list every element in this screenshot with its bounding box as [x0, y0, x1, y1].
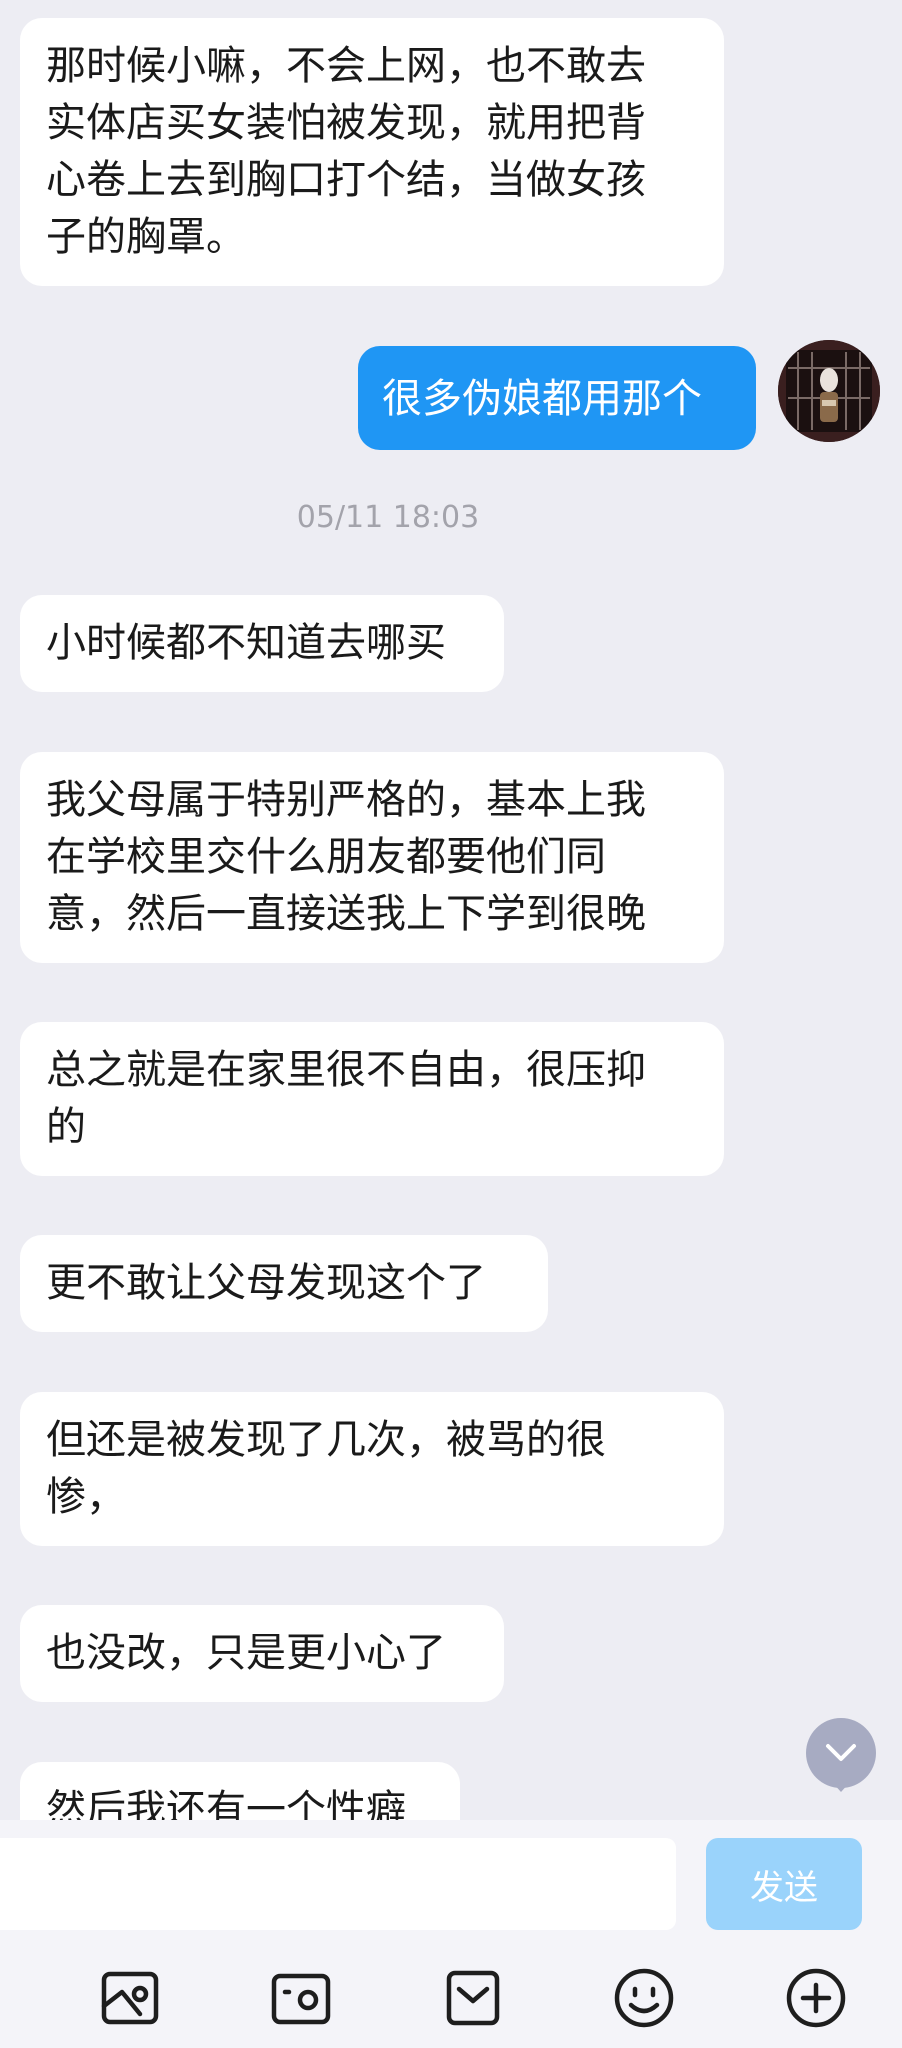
- message-bubble[interactable]: 更不敢让父母发现这个了: [20, 1235, 548, 1332]
- camera-icon: [271, 1973, 331, 2025]
- chevron-down-icon: [826, 1744, 856, 1761]
- folder-button[interactable]: [441, 1966, 505, 2030]
- message-bubble[interactable]: 我父母属于特别严格的，基本上我 在学校里交什么朋友都要他们同 意，然后一直接送我…: [20, 752, 724, 963]
- image-icon: [101, 1971, 159, 2025]
- emoji-icon: [614, 1968, 674, 2028]
- message-bubble[interactable]: 然后我还有一个性癖: [20, 1762, 460, 1820]
- message-bubble[interactable]: 但还是被发现了几次，被骂的很 惨，: [20, 1392, 724, 1546]
- emoji-button[interactable]: [612, 1966, 676, 2030]
- plus-icon: [786, 1968, 846, 2028]
- scroll-to-bottom-button[interactable]: [806, 1718, 876, 1788]
- send-button[interactable]: 发送: [706, 1838, 862, 1930]
- scroll-button-tail: [832, 1782, 850, 1792]
- message-bubble[interactable]: 也没改，只是更小心了: [20, 1605, 504, 1702]
- folder-icon: [446, 1970, 500, 2026]
- timestamp: 05/11 18:03: [296, 500, 480, 535]
- message-bubble[interactable]: 那时候小嘛，不会上网，也不敢去 实体店买女装怕被发现，就用把背 心卷上去到胸口打…: [20, 18, 724, 286]
- message-bubble-outgoing[interactable]: 很多伪娘都用那个: [358, 346, 756, 450]
- image-button[interactable]: [98, 1966, 162, 2030]
- message-bubble[interactable]: 总之就是在家里很不自由，很压抑 的: [20, 1022, 724, 1176]
- chat-area[interactable]: 那时候小嘛，不会上网，也不敢去 实体店买女装怕被发现，就用把背 心卷上去到胸口打…: [0, 0, 902, 1820]
- camera-button[interactable]: [269, 1966, 333, 2030]
- message-input[interactable]: [0, 1838, 676, 1930]
- composer-bar: 发送: [0, 1820, 902, 2048]
- avatar[interactable]: [778, 340, 880, 442]
- message-bubble[interactable]: 小时候都不知道去哪买: [20, 595, 504, 692]
- more-button[interactable]: [784, 1966, 848, 2030]
